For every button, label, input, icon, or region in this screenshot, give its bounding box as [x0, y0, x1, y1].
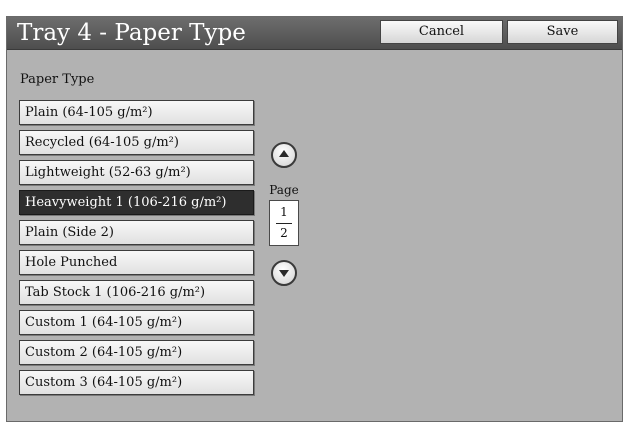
paper-type-item-selected[interactable]: Heavyweight 1 (106-216 g/m²) [19, 190, 254, 215]
paper-type-item[interactable]: Hole Punched [19, 250, 254, 275]
paper-type-item[interactable]: Custom 2 (64-105 g/m²) [19, 340, 254, 365]
paper-type-item[interactable]: Recycled (64-105 g/m²) [19, 130, 254, 155]
cancel-button[interactable]: Cancel [380, 20, 503, 44]
paper-type-item[interactable]: Tab Stock 1 (106-216 g/m²) [19, 280, 254, 305]
paper-type-item[interactable]: Custom 1 (64-105 g/m²) [19, 310, 254, 335]
paper-type-item[interactable]: Plain (64-105 g/m²) [19, 100, 254, 125]
down-arrow-icon [279, 270, 289, 277]
save-button[interactable]: Save [507, 20, 618, 44]
paper-type-item[interactable]: Plain (Side 2) [19, 220, 254, 245]
page-indicator: 1 2 [269, 200, 299, 246]
scroll-up-button[interactable] [271, 142, 297, 168]
current-page: 1 [280, 205, 288, 219]
total-pages: 2 [280, 226, 288, 240]
section-label: Paper Type [20, 72, 95, 87]
page-label: Page [269, 183, 299, 197]
page-divider [276, 223, 292, 224]
paper-type-item[interactable]: Custom 3 (64-105 g/m²) [19, 370, 254, 395]
page-title: Tray 4 - Paper Type [17, 20, 246, 46]
title-bar: Tray 4 - Paper Type Cancel Save [7, 17, 622, 50]
up-arrow-icon [279, 150, 289, 157]
paper-type-item[interactable]: Lightweight (52-63 g/m²) [19, 160, 254, 185]
scroll-down-button[interactable] [271, 260, 297, 286]
paper-type-screen: Tray 4 - Paper Type Cancel Save Paper Ty… [6, 16, 623, 422]
